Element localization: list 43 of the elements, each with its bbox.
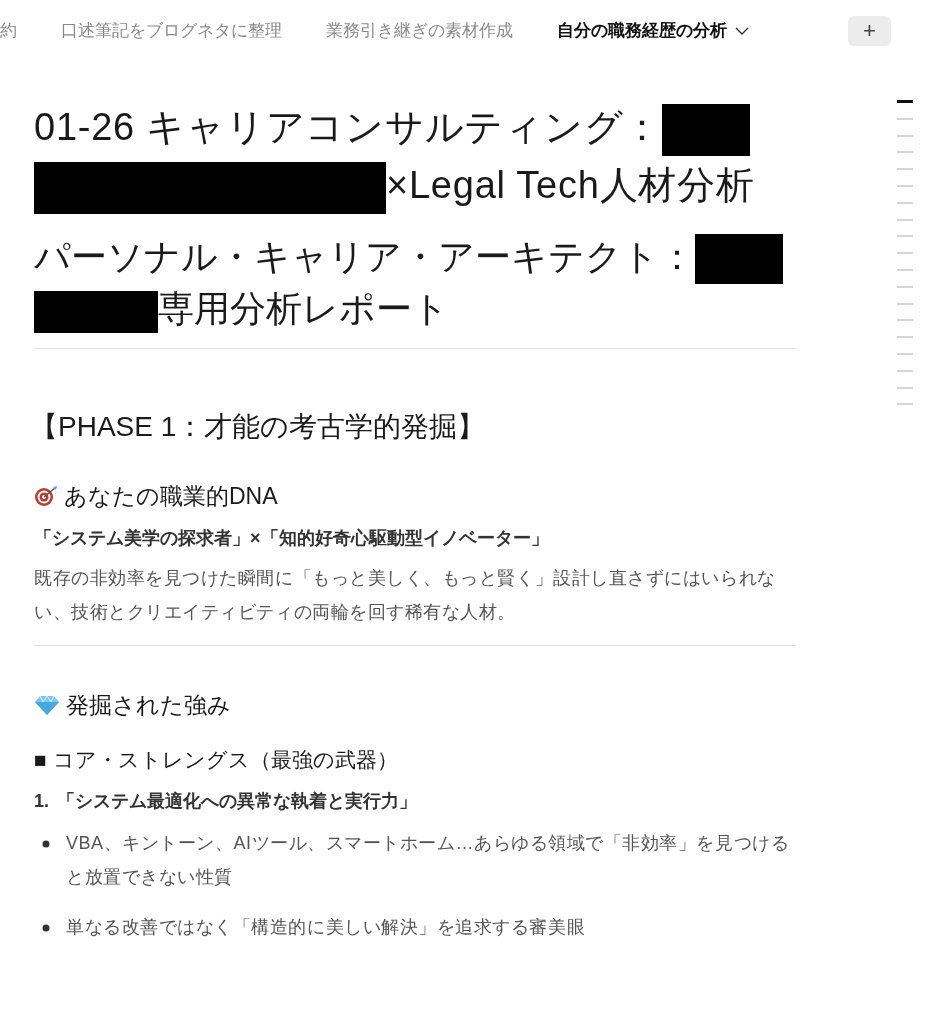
title-text: ×Legal Tech人材分析 — [386, 164, 755, 206]
subsection-heading: あなたの職業的DNA — [64, 482, 278, 512]
outline-marker[interactable] — [897, 403, 913, 406]
bullet-icon — [42, 840, 50, 849]
outline-marker[interactable] — [897, 134, 913, 137]
gem-icon — [34, 694, 60, 717]
outline-marker[interactable] — [897, 352, 913, 355]
tagline: 「システム美学の探求者」×「知的好奇心駆動型イノベーター」 — [34, 527, 550, 551]
chevron-down-icon — [735, 26, 749, 36]
tab[interactable]: 自分の職務経歴の分析 — [557, 18, 749, 44]
outline-marker[interactable] — [897, 185, 913, 187]
outline-marker[interactable] — [897, 168, 913, 171]
list-item-title: 「システム最適化への異常な執着と実行力」 — [57, 790, 417, 814]
list-number: 1. — [34, 790, 49, 814]
add-tab-button[interactable]: + — [848, 16, 891, 46]
outline-marker[interactable] — [897, 201, 913, 204]
list-heading: ■ コア・ストレングス（最強の武器） — [34, 747, 399, 774]
outline-marker[interactable] — [897, 117, 913, 120]
title-text: 専用分析レポート — [158, 288, 449, 330]
outline-marker[interactable] — [897, 285, 913, 288]
outline-marker[interactable] — [897, 252, 913, 255]
outline-marker[interactable] — [897, 218, 913, 221]
title-text: パーソナル・キャリア・アーキテクト： — [34, 236, 695, 277]
outline-marker[interactable] — [897, 386, 913, 389]
list-item-text: 単なる改善ではなく「構造的に美しい解決」を追求する審美眼 — [66, 916, 586, 940]
section-heading: 【PHASE 1：才能の考古学的発掘】 — [30, 410, 487, 445]
tab[interactable]: 業務引き継ぎの素材作成 — [326, 18, 513, 44]
outline-marker[interactable] — [897, 336, 913, 339]
outline-marker[interactable] — [897, 100, 913, 103]
outline-marker[interactable] — [897, 151, 913, 154]
tab[interactable]: 口述筆記をブログネタに整理 — [61, 18, 282, 44]
outline-marker[interactable] — [897, 268, 913, 271]
description-text: 既存の非効率を見つけた瞬間に「もっと美しく、もっと賢く」設計し直さずにはいられない、技術とクリエイティビティの両輪を回す稀有な人材。 — [34, 567, 777, 625]
tab[interactable]: 約 — [0, 18, 17, 44]
outline-marker[interactable] — [897, 319, 913, 322]
subsection-heading: 発掘された強み — [66, 691, 231, 721]
list-item-text: VBA、キントーン、AIツール、スマートホーム…あらゆる領域で「非効率」を見つけると放置できない性質 — [66, 832, 791, 890]
outline-marker[interactable] — [897, 235, 913, 238]
title-text: 01-26 キャリアコンサルティング： — [34, 106, 663, 148]
bullet-icon — [42, 924, 50, 933]
outline-marker[interactable] — [897, 302, 913, 305]
target-icon — [34, 485, 58, 508]
outline-marker[interactable] — [897, 369, 913, 372]
